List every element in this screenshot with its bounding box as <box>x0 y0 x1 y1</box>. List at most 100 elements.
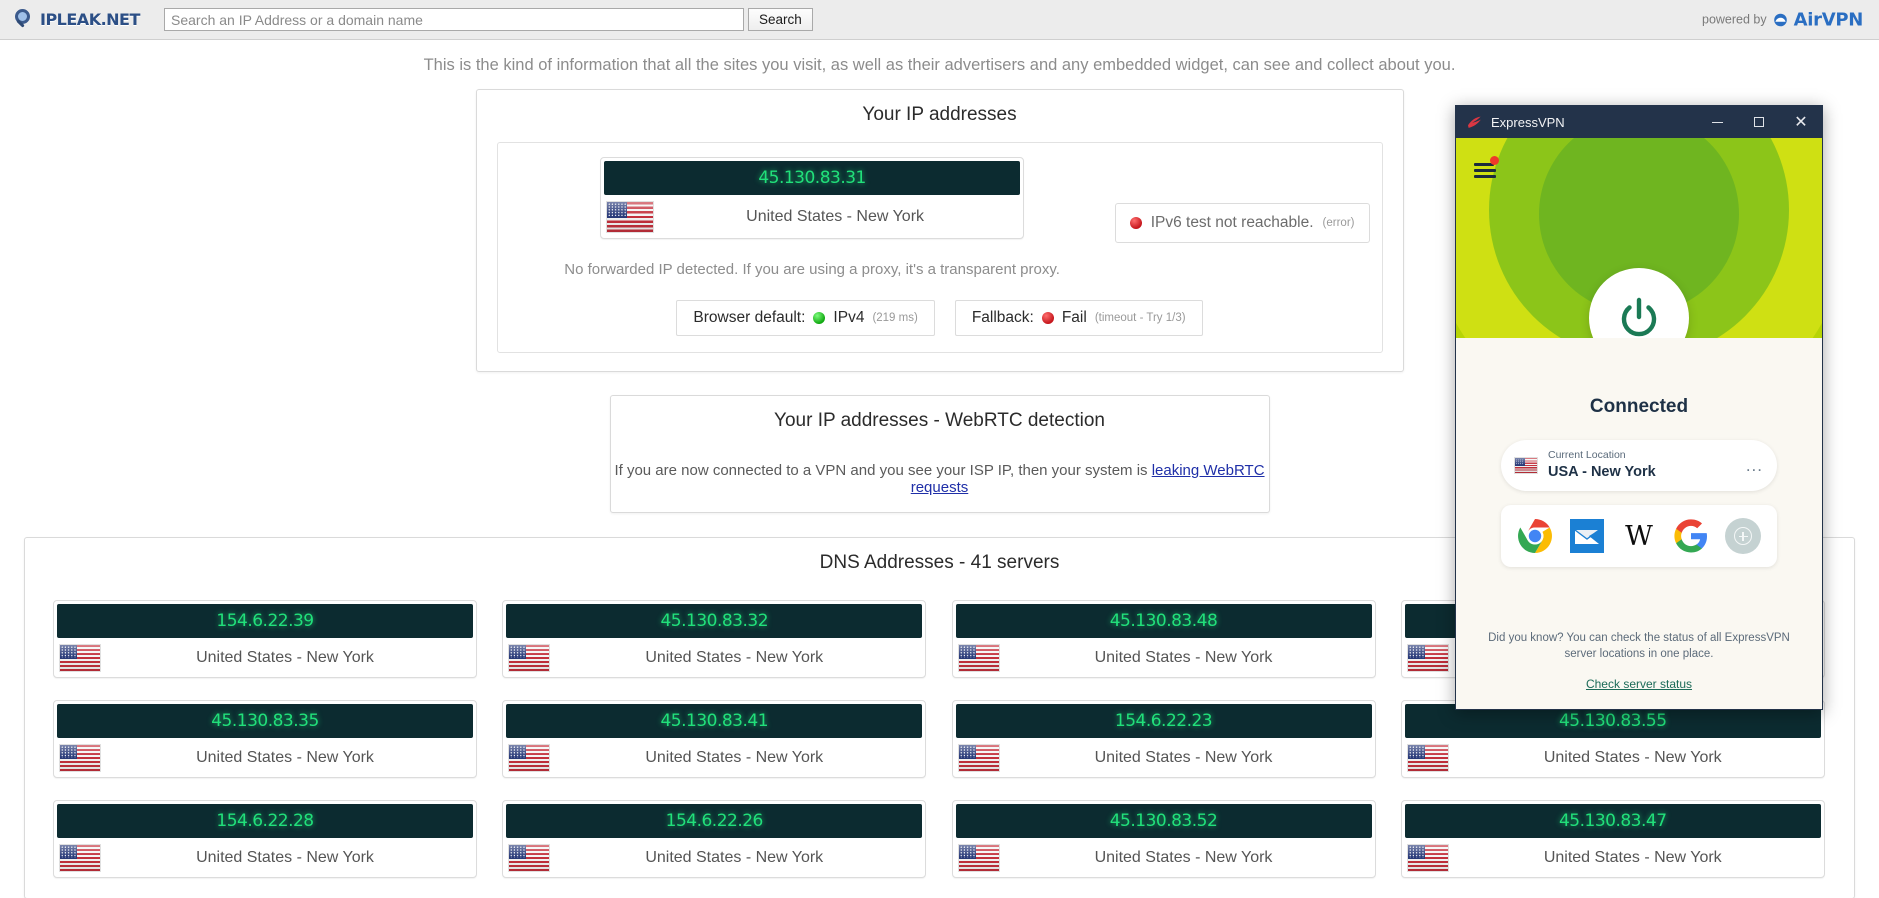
search-input[interactable] <box>164 8 744 31</box>
expressvpn-logo-icon <box>1466 114 1483 131</box>
intro-text: This is the kind of information that all… <box>423 56 1456 74</box>
current-location-card[interactable]: Current Location USA - New York ... <box>1501 440 1777 492</box>
browser-default-value: IPv4 <box>833 309 865 326</box>
powered-by-airvpn[interactable]: powered by AirVPN <box>1702 9 1863 30</box>
dns-server-location-row: United States - New York <box>503 641 925 677</box>
dns-server-location: United States - New York <box>1094 849 1273 866</box>
us-flag-icon <box>509 645 550 671</box>
plus-icon <box>1734 527 1752 546</box>
forwarded-ip-note: No forwarded IP detected. If you are usi… <box>564 261 1060 278</box>
dns-server-card[interactable]: 45.130.83.48 United States - New York <box>951 600 1376 678</box>
us-flag-icon <box>1407 645 1448 671</box>
power-button[interactable] <box>1589 268 1689 338</box>
dns-server-ip: 45.130.83.47 <box>1404 804 1821 838</box>
browser-default-label: Browser default: <box>693 309 806 326</box>
airvpn-wordmark: AirVPN <box>1793 9 1864 30</box>
dns-server-card[interactable]: 45.130.83.55 United States - New York <box>1400 700 1825 778</box>
add-shortcut[interactable] <box>1724 517 1762 555</box>
dns-server-location-row: United States - New York <box>1402 741 1824 777</box>
ip-panel-title: Your IP addresses <box>862 104 1017 125</box>
dns-server-location: United States - New York <box>1543 749 1722 766</box>
dns-server-location-row: United States - New York <box>54 741 476 777</box>
dns-server-ip: 45.130.83.52 <box>955 804 1372 838</box>
current-location-text: Current Location USA - New York <box>1548 449 1735 482</box>
webrtc-detection-panel: Your IP addresses - WebRTC detection If … <box>609 395 1270 513</box>
ipv6-status-box: IPv6 test not reachable. (error) <box>1114 203 1370 243</box>
dns-server-card[interactable]: 154.6.22.28 United States - New York <box>53 800 477 878</box>
dns-server-ip: 154.6.22.28 <box>57 804 473 838</box>
dns-server-card[interactable]: 45.130.83.41 United States - New York <box>502 700 927 778</box>
dns-server-location: United States - New York <box>1094 649 1273 666</box>
wikipedia-w-glyph: W <box>1625 520 1653 552</box>
hamburger-menu-icon[interactable] <box>1474 156 1499 178</box>
dns-server-location: United States - New York <box>645 849 824 866</box>
primary-ip-value: 45.130.83.31 <box>604 161 1021 195</box>
dns-server-card[interactable]: 45.130.83.47 United States - New York <box>1400 800 1825 878</box>
expressvpn-window[interactable]: ExpressVPN ✕ Connected Current Location … <box>1455 105 1823 710</box>
dns-server-ip: 154.6.22.26 <box>506 804 923 838</box>
dns-server-ip: 45.130.83.35 <box>57 704 473 738</box>
webrtc-description-text: If you are now connected to a VPN and yo… <box>614 462 1152 479</box>
dns-server-location-row: United States - New York <box>953 841 1375 877</box>
us-flag-icon <box>60 745 100 771</box>
chrome-shortcut[interactable] <box>1516 517 1554 555</box>
ipv6-status-detail: (error) <box>1322 217 1355 229</box>
dns-server-location-row: United States - New York <box>503 741 925 777</box>
expressvpn-body: Connected Current Location USA - New Yor… <box>1456 338 1822 709</box>
google-g-icon <box>1674 519 1707 553</box>
dns-server-card[interactable]: 154.6.22.23 United States - New York <box>951 700 1376 778</box>
dns-server-card[interactable]: 154.6.22.39 United States - New York <box>53 600 477 678</box>
your-ip-addresses-panel: Your IP addresses 45.130.83.31 United St… <box>475 89 1404 372</box>
minimize-icon[interactable] <box>1696 106 1738 138</box>
dns-server-location: United States - New York <box>645 649 824 666</box>
footer-tip-text: Did you know? You can check the status o… <box>1488 631 1790 661</box>
dns-server-card[interactable]: 45.130.83.32 United States - New York <box>502 600 927 678</box>
us-flag-icon <box>958 645 999 671</box>
mail-shortcut[interactable] <box>1568 517 1606 555</box>
maximize-icon[interactable] <box>1738 106 1780 138</box>
google-shortcut[interactable] <box>1672 517 1710 555</box>
cloud-icon <box>1772 13 1789 26</box>
power-button-wrap <box>1589 268 1689 338</box>
ip-panel-inner: 45.130.83.31 United States - New York No… <box>496 142 1383 353</box>
us-flag-icon <box>509 745 550 771</box>
site-logo[interactable]: IPLEAK.NET <box>14 8 159 31</box>
us-flag-icon <box>1407 745 1448 771</box>
primary-ip-location: United States - New York <box>746 208 925 225</box>
us-flag-icon <box>958 845 999 871</box>
browser-default-dot <box>813 312 826 324</box>
dns-server-card[interactable]: 45.130.83.35 United States - New York <box>53 700 477 778</box>
browser-default-status: Browser default: IPv4 (219 ms) <box>676 300 935 336</box>
webrtc-panel-title: Your IP addresses - WebRTC detection <box>774 410 1105 431</box>
site-header: IPLEAK.NET Search powered by AirVPN <box>0 0 1879 40</box>
shortcuts-bar: W <box>1501 505 1777 568</box>
us-flag-icon <box>1407 845 1448 871</box>
dns-server-ip: 154.6.22.23 <box>955 704 1372 738</box>
primary-ip-card[interactable]: 45.130.83.31 United States - New York <box>600 157 1025 239</box>
fallback-detail: (timeout - Try 1/3) <box>1094 312 1186 324</box>
notification-dot-icon <box>1490 156 1499 165</box>
dns-server-card[interactable]: 154.6.22.26 United States - New York <box>502 800 927 878</box>
primary-ip-location-row: United States - New York <box>601 198 1023 238</box>
check-server-status-link[interactable]: Check server status <box>1586 677 1692 691</box>
dns-server-location-row: United States - New York <box>1402 841 1824 877</box>
dns-server-location: United States - New York <box>1094 749 1273 766</box>
close-icon[interactable]: ✕ <box>1780 106 1822 138</box>
dns-server-location-row: United States - New York <box>953 741 1375 777</box>
dns-server-location: United States - New York <box>196 649 374 666</box>
ipv6-status-dot <box>1129 217 1142 229</box>
expressvpn-titlebar[interactable]: ExpressVPN ✕ <box>1456 106 1822 138</box>
wikipedia-shortcut[interactable]: W <box>1620 517 1658 555</box>
dns-server-ip: 45.130.83.41 <box>506 704 923 738</box>
add-shortcut-button[interactable] <box>1725 518 1761 555</box>
site-logo-text: IPLEAK.NET <box>40 10 140 29</box>
dns-server-card[interactable]: 45.130.83.52 United States - New York <box>951 800 1376 878</box>
dns-server-location: United States - New York <box>645 749 824 766</box>
location-options-icon[interactable]: ... <box>1746 457 1763 474</box>
dns-server-location-row: United States - New York <box>953 641 1375 677</box>
us-flag-icon <box>958 745 999 771</box>
fallback-label: Fallback: <box>971 309 1034 326</box>
search-button[interactable]: Search <box>748 8 813 31</box>
webrtc-description: If you are now connected to a VPN and yo… <box>611 462 1269 496</box>
dns-server-ip: 154.6.22.39 <box>57 604 473 638</box>
